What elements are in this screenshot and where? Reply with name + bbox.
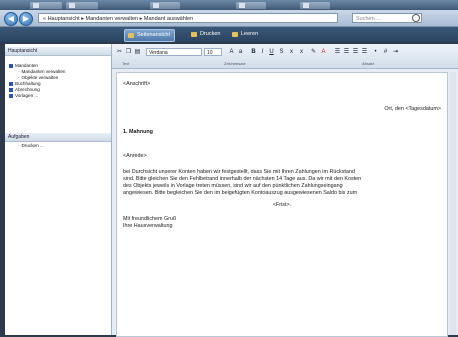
grow-font-icon[interactable]: A — [228, 49, 235, 56]
folder-icon — [9, 81, 13, 86]
bullet-list-icon[interactable]: • — [372, 49, 379, 56]
window-tab[interactable] — [236, 2, 266, 9]
breadcrumb[interactable]: « Hauptansicht ▸ Mandanten verwalten ▸ M… — [38, 13, 338, 23]
date-line: Ort, den <Tagesdatum> — [384, 106, 441, 112]
placeholder-anrede: <Anrede> — [123, 153, 147, 159]
indent-icon[interactable]: ⇥ — [392, 49, 399, 56]
vertical-scrollbar[interactable] — [450, 72, 456, 335]
bold-icon[interactable]: B — [250, 49, 257, 56]
underline-icon[interactable]: U — [268, 49, 275, 56]
body-line: des Objekts jeweils in Vorlage treten mü… — [123, 183, 343, 189]
task-drucken[interactable]: Drucken ... — [9, 143, 44, 149]
back-button[interactable]: ◀ — [4, 12, 18, 26]
placeholder-anschrift: <Anschrift> — [123, 81, 151, 87]
body-line: angewiesen. Bitte begleichen Sie den im … — [123, 190, 358, 196]
font-select[interactable]: Verdana — [146, 48, 202, 56]
eraser-icon — [232, 32, 238, 37]
group-label-zeichensatz: Zeichensatz — [224, 61, 246, 66]
tasks-header: Aufgaben — [5, 133, 111, 142]
subscript-icon[interactable]: x — [288, 49, 295, 56]
italic-icon[interactable]: I — [259, 49, 266, 56]
search-icon[interactable] — [412, 14, 420, 22]
folder-icon — [9, 93, 13, 98]
closing-line: Mit freundlichem Gruß — [123, 216, 177, 222]
align-right-icon[interactable]: ☰ — [352, 49, 359, 56]
app-icon — [153, 3, 159, 8]
placeholder-frist: <Frist>. — [272, 202, 292, 208]
window-tab[interactable] — [30, 2, 62, 9]
address-bar: ◀ ▶ « Hauptansicht ▸ Mandanten verwalten… — [0, 10, 458, 27]
superscript-icon[interactable]: x — [298, 49, 305, 56]
tab-leeren[interactable]: Leeren — [229, 29, 262, 40]
forward-button[interactable]: ▶ — [19, 12, 33, 26]
panel-header: Hauptansicht — [5, 47, 111, 56]
printer-icon — [191, 32, 197, 37]
justify-icon[interactable]: ☰ — [361, 49, 368, 56]
tree-item-vorlagen[interactable]: Vorlagen ... — [9, 93, 65, 99]
view-tab-bar: Seitenansicht Drucken Leeren — [0, 27, 458, 42]
strikethrough-icon[interactable]: S — [278, 49, 285, 56]
app-icon — [33, 3, 39, 8]
signature-line: Ihre Hausverwaltung — [123, 223, 173, 229]
document-page[interactable]: <Anschrift> Ort, den <Tagesdatum> 1. Mah… — [116, 72, 448, 337]
app-icon — [303, 3, 309, 8]
font-color-icon[interactable]: A — [320, 49, 327, 56]
font-size-select[interactable]: 10 — [204, 48, 222, 56]
paste-icon[interactable]: ▤ — [134, 49, 141, 56]
letter-title: 1. Mahnung — [123, 129, 153, 135]
window-title-bar — [0, 0, 458, 10]
folder-icon — [9, 87, 13, 92]
app-icon — [69, 3, 75, 8]
window-tab[interactable] — [300, 2, 330, 9]
body-line: sind. Bitte gleichen Sie den Fehlbetrand… — [123, 176, 362, 182]
group-label-absatz: Absatz — [362, 61, 375, 66]
formatting-toolbar: ✂ ❐ ▤ Verdana 10 A a B I U S x x ✎ A ☰ ☰… — [112, 44, 458, 69]
copy-icon[interactable]: ❐ — [125, 49, 132, 56]
navigation-tree: Mandanten Mandanten verwalten Objekte ve… — [9, 63, 65, 99]
letter-editor: ✂ ❐ ▤ Verdana 10 A a B I U S x x ✎ A ☰ ☰… — [112, 44, 458, 337]
app-icon — [239, 3, 245, 8]
numbered-list-icon[interactable]: # — [382, 49, 389, 56]
group-label-text: Text — [122, 61, 130, 66]
window-tab[interactable] — [150, 2, 180, 9]
body-line: bei Durchsicht unserer Konten haben wir … — [123, 169, 355, 175]
tab-drucken[interactable]: Drucken — [188, 29, 224, 40]
align-left-icon[interactable]: ☰ — [334, 49, 341, 56]
page-icon — [128, 33, 134, 38]
navigation-panel: Hauptansicht Mandanten Mandanten verwalt… — [5, 44, 112, 335]
cut-icon[interactable]: ✂ — [116, 49, 123, 56]
tab-seitenansicht[interactable]: Seitenansicht — [124, 29, 176, 42]
align-center-icon[interactable]: ☰ — [343, 49, 350, 56]
shrink-font-icon[interactable]: a — [237, 49, 244, 56]
task-list: Drucken ... — [9, 143, 44, 149]
highlight-icon[interactable]: ✎ — [310, 49, 317, 56]
window-tab[interactable] — [66, 2, 98, 9]
folder-icon — [9, 63, 13, 68]
